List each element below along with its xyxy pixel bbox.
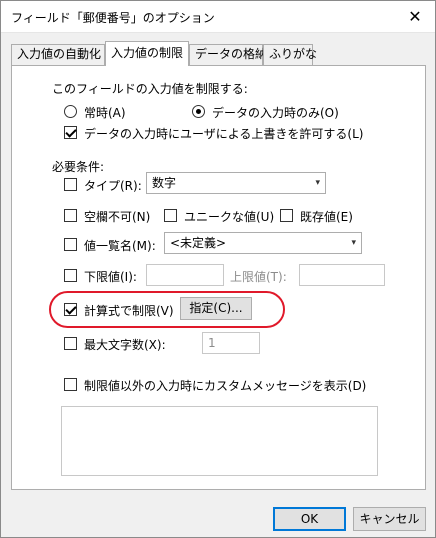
type-label[interactable]: タイプ(R): [84, 177, 142, 194]
tab-auto-enter[interactable]: 入力値の自動化 [11, 44, 105, 65]
value-list-select-value: <未定義> [170, 236, 227, 250]
not-empty-label[interactable]: 空欄不可(N) [84, 208, 150, 225]
value-list-select[interactable]: <未定義> ▾ [164, 232, 362, 254]
restrict-heading: このフィールドの入力値を制限する: [52, 82, 248, 96]
ok-button[interactable]: OK [273, 507, 346, 531]
dialog-title: フィールド「郵便番号」のオプション [11, 11, 215, 25]
data-entry-only-radio[interactable] [192, 105, 205, 118]
unique-checkbox[interactable] [164, 209, 177, 222]
existing-checkbox[interactable] [280, 209, 293, 222]
tab-furigana[interactable]: ふりがな [263, 44, 317, 65]
cancel-button[interactable]: キャンセル [353, 507, 426, 531]
type-select[interactable]: 数字 ▾ [146, 172, 326, 194]
calc-restrict-checkbox[interactable] [64, 303, 77, 316]
chevron-down-icon: ▾ [351, 238, 356, 248]
options-dialog: フィールド「郵便番号」のオプション ✕ 入力値の自動化 入力値の制限 データの格… [0, 0, 436, 538]
custom-message-textarea[interactable] [61, 406, 378, 476]
min-value-checkbox[interactable] [64, 269, 77, 282]
value-list-label[interactable]: 値一覧名(M): [84, 237, 156, 254]
calc-restrict-label[interactable]: 計算式で制限(V) [84, 302, 174, 319]
max-value-input[interactable] [299, 264, 385, 286]
existing-label[interactable]: 既存値(E) [300, 208, 353, 225]
max-chars-input[interactable]: 1 [202, 332, 260, 354]
data-entry-only-label[interactable]: データの入力時のみ(O) [212, 104, 339, 121]
max-value-label: 上限値(T): [230, 270, 287, 284]
tab-validation[interactable]: 入力値の制限 [105, 41, 189, 66]
tab-storage[interactable]: データの格納 [189, 44, 267, 65]
title-bar: フィールド「郵便番号」のオプション ✕ [1, 1, 435, 33]
close-icon: ✕ [408, 7, 422, 26]
custom-message-checkbox[interactable] [64, 378, 77, 391]
specify-button[interactable]: 指定(C)... [180, 297, 252, 320]
allow-override-checkbox[interactable] [64, 126, 77, 139]
chevron-down-icon: ▾ [315, 178, 320, 188]
always-label[interactable]: 常時(A) [84, 104, 126, 121]
max-chars-label[interactable]: 最大文字数(X): [84, 336, 166, 353]
close-button[interactable]: ✕ [403, 5, 427, 29]
allow-override-label[interactable]: データの入力時にユーザによる上書きを許可する(L) [84, 125, 363, 142]
value-list-checkbox[interactable] [64, 238, 77, 251]
max-chars-checkbox[interactable] [64, 337, 77, 350]
not-empty-checkbox[interactable] [64, 209, 77, 222]
custom-message-label[interactable]: 制限値以外の入力時にカスタムメッセージを表示(D) [84, 377, 366, 394]
type-checkbox[interactable] [64, 178, 77, 191]
requirements-heading: 必要条件: [52, 160, 105, 174]
unique-label[interactable]: ユニークな値(U) [184, 208, 274, 225]
always-radio[interactable] [64, 105, 77, 118]
min-value-input[interactable] [146, 264, 224, 286]
min-value-label[interactable]: 下限値(I): [84, 268, 137, 285]
type-select-value: 数字 [152, 176, 177, 190]
